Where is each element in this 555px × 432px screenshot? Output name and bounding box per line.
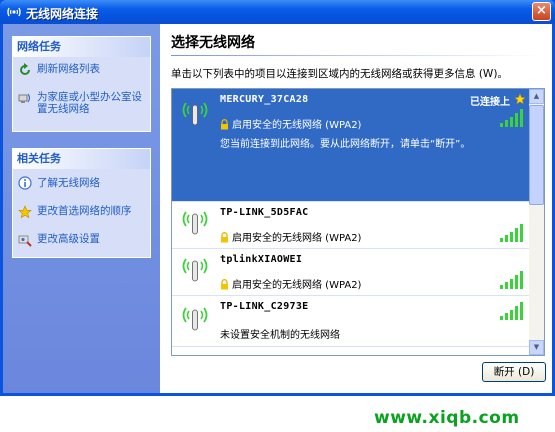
info-icon bbox=[18, 176, 32, 190]
connected-status: 已连接上 bbox=[470, 97, 510, 108]
window-client-area: 网络任务 刷新网络列表 为家庭或小型办公室设置无线网络 相关任务 了解无线网络 … bbox=[3, 24, 552, 393]
lock-icon bbox=[221, 279, 228, 290]
task-label: 刷新网络列表 bbox=[37, 63, 100, 75]
lock-icon bbox=[221, 119, 228, 130]
disconnect-button[interactable]: 断开 (D) bbox=[482, 362, 546, 382]
lock-icon bbox=[221, 232, 228, 243]
main-pane: 选择无线网络 单击以下列表中的项目以连接到区域内的无线网络或获得更多信息 (W)… bbox=[160, 24, 552, 393]
task-change-preferred-order[interactable]: 更改首选网络的顺序 bbox=[13, 195, 150, 223]
task-learn-wireless[interactable]: 了解无线网络 bbox=[13, 169, 150, 195]
network-item-tp-link-5d5fac[interactable]: TP-LINK_5D5FAC 启用安全的无线网络 (WPA2) bbox=[172, 202, 530, 248]
task-label: 更改首选网络的顺序 bbox=[37, 205, 132, 217]
heading-divider bbox=[171, 55, 541, 56]
wireless-connection-window: 无线网络连接 × 网络任务 刷新网络列表 为家庭或小型办公室设置无线网络 相关任… bbox=[0, 0, 555, 396]
window-title: 无线网络连接 bbox=[26, 7, 99, 21]
list-scrollbar[interactable]: ▲ ▼ bbox=[529, 89, 544, 355]
network-tasks-title: 网络任务 bbox=[13, 37, 150, 57]
network-item-mercury[interactable]: MERCURY_37CA28 已连接上 启用安全的无线网络 (WPA2) 您当前… bbox=[172, 89, 530, 201]
network-ssid: TP-LINK_C2973E bbox=[220, 301, 309, 312]
scroll-thumb[interactable] bbox=[529, 105, 544, 205]
preferred-star-icon bbox=[514, 93, 526, 105]
network-item-tp-link-c2973e[interactable]: TP-LINK_C2973E 未设置安全机制的无线网络 bbox=[172, 296, 530, 346]
task-refresh-network-list[interactable]: 刷新网络列表 bbox=[13, 57, 150, 81]
network-security: 启用安全的无线网络 (WPA2) bbox=[220, 276, 361, 291]
task-setup-home-network[interactable]: 为家庭或小型办公室设置无线网络 bbox=[13, 81, 150, 121]
task-change-advanced-settings[interactable]: 更改高级设置 bbox=[13, 223, 150, 251]
task-pane: 网络任务 刷新网络列表 为家庭或小型办公室设置无线网络 相关任务 了解无线网络 … bbox=[3, 24, 160, 393]
task-label: 为家庭或小型办公室设置无线网络 bbox=[37, 91, 142, 115]
related-tasks-title: 相关任务 bbox=[13, 149, 150, 169]
security-label: 启用安全的无线网络 (WPA2) bbox=[232, 120, 362, 131]
task-label: 了解无线网络 bbox=[37, 177, 100, 189]
security-label: 启用安全的无线网络 (WPA2) bbox=[232, 280, 362, 291]
wireless-antenna-icon bbox=[182, 211, 208, 235]
network-ssid: MERCURY_37CA28 bbox=[220, 94, 309, 105]
wireless-network-list[interactable]: MERCURY_37CA28 已连接上 启用安全的无线网络 (WPA2) 您当前… bbox=[171, 88, 545, 356]
signal-strength-icon bbox=[500, 109, 523, 127]
refresh-icon bbox=[20, 63, 30, 75]
list-separator bbox=[172, 346, 530, 347]
security-label: 启用安全的无线网络 (WPA2) bbox=[232, 233, 362, 244]
task-label: 更改高级设置 bbox=[37, 233, 100, 245]
network-tasks-panel: 网络任务 刷新网络列表 为家庭或小型办公室设置无线网络 bbox=[12, 36, 151, 132]
signal-strength-icon bbox=[500, 271, 523, 289]
wireless-network-icon bbox=[7, 7, 21, 17]
related-tasks-panel: 相关任务 了解无线网络 更改首选网络的顺序 更改高级设置 bbox=[12, 148, 151, 258]
network-security: 启用安全的无线网络 (WPA2) bbox=[220, 116, 361, 131]
title-bar[interactable]: 无线网络连接 × bbox=[0, 0, 555, 24]
network-ssid: tplinkXIAOWEI bbox=[220, 254, 303, 265]
network-security: 启用安全的无线网络 (WPA2) bbox=[220, 229, 361, 244]
network-item-tplinkxiaowei[interactable]: tplinkXIAOWEI 启用安全的无线网络 (WPA2) bbox=[172, 249, 530, 295]
setup-network-icon bbox=[18, 93, 31, 103]
network-security: 未设置安全机制的无线网络 bbox=[220, 326, 340, 341]
page-title: 选择无线网络 bbox=[171, 35, 255, 51]
star-icon bbox=[18, 205, 32, 219]
scroll-up-button[interactable]: ▲ bbox=[529, 89, 544, 104]
scroll-down-button[interactable]: ▼ bbox=[529, 340, 544, 355]
connection-note: 您当前连接到此网络。要从此网络断开，请单击“断开”。 bbox=[220, 139, 471, 150]
settings-icon bbox=[18, 235, 32, 247]
network-ssid: TP-LINK_5D5FAC bbox=[220, 207, 309, 218]
wireless-antenna-icon bbox=[182, 307, 208, 331]
site-watermark: www.xiqb.com bbox=[374, 408, 520, 428]
instruction-text: 单击以下列表中的项目以连接到区域内的无线网络或获得更多信息 (W)。 bbox=[171, 68, 508, 80]
close-button[interactable]: × bbox=[532, 2, 551, 21]
wireless-antenna-icon bbox=[182, 102, 208, 126]
signal-strength-icon bbox=[500, 224, 523, 242]
signal-strength-icon bbox=[500, 302, 523, 320]
wireless-antenna-icon bbox=[182, 258, 208, 282]
security-label: 未设置安全机制的无线网络 bbox=[220, 330, 340, 341]
